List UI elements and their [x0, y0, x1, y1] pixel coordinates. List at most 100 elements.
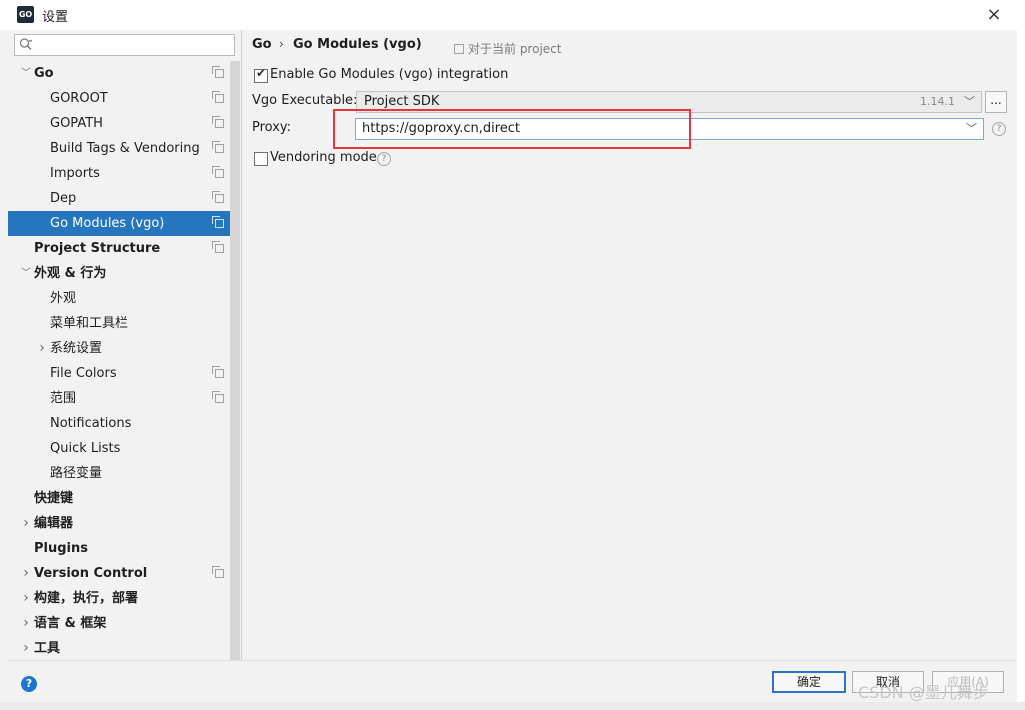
chevron-down-icon[interactable]: ﹀	[966, 120, 977, 136]
sidebar-item-label: Project Structure	[34, 241, 161, 256]
sidebar-item[interactable]: ﹀ Go	[8, 61, 230, 86]
sidebar-item[interactable]: › Version Control	[8, 561, 230, 586]
sidebar-item[interactable]: Imports	[8, 161, 230, 186]
checkmark-icon: ✔	[256, 66, 267, 80]
copy-icon	[212, 141, 224, 153]
enable-go-modules-checkbox[interactable]: ✔	[254, 66, 268, 83]
chevron-right-icon[interactable]: ›	[20, 586, 32, 611]
vendoring-mode-checkbox[interactable]	[254, 152, 268, 166]
sidebar-item[interactable]: Dep	[8, 186, 230, 211]
browse-button[interactable]: ...	[985, 91, 1007, 113]
proxy-help-icon[interactable]: ?	[992, 122, 1006, 136]
sidebar-item[interactable]: Project Structure	[8, 236, 230, 261]
sidebar-item[interactable]: ﹀ 外观 & 行为	[8, 261, 230, 286]
sidebar-item[interactable]: › 语言 & 框架	[8, 611, 230, 636]
copy-icon	[212, 241, 224, 253]
sidebar-item[interactable]: 外观	[8, 286, 230, 311]
sidebar-item-label: GOROOT	[50, 91, 108, 106]
copy-icon	[212, 366, 224, 378]
sidebar-item[interactable]: › 编辑器	[8, 511, 230, 536]
sidebar-item-label: 工具	[34, 641, 61, 656]
sidebar-item-label: 快捷键	[34, 491, 74, 506]
sidebar-item[interactable]: Plugins	[8, 536, 230, 561]
sidebar-item-label: 构建，执行，部署	[34, 591, 139, 606]
sidebar-item[interactable]: GOPATH	[8, 111, 230, 136]
sidebar-item[interactable]: GOROOT	[8, 86, 230, 111]
sidebar-item-label: File Colors	[50, 366, 117, 381]
sidebar-item-label: Go Modules (vgo)	[50, 216, 165, 231]
sidebar-item-label: 外观 & 行为	[34, 266, 107, 281]
copy-icon	[212, 191, 224, 203]
settings-tree: ﹀ Go GOROOT GOPATH Build Tags & Vendoring Imp…	[8, 61, 230, 661]
sidebar-item[interactable]: Quick Lists	[8, 436, 230, 461]
vgo-executable-value: Project SDK	[364, 94, 440, 109]
sidebar-item-label: 范围	[50, 391, 77, 406]
enable-go-modules-label: Enable Go Modules (vgo) integration	[270, 67, 509, 82]
sidebar-item-label: Notifications	[50, 416, 132, 431]
sdk-version-label: 1.14.1	[920, 95, 955, 108]
sidebar-item[interactable]: File Colors	[8, 361, 230, 386]
sidebar-item-label: 菜单和工具栏	[50, 316, 129, 331]
help-icon[interactable]: ?	[21, 676, 37, 692]
vendoring-mode-label: Vendoring mode	[270, 150, 377, 165]
sidebar-item-label: Dep	[50, 191, 77, 206]
search-icon	[19, 38, 33, 50]
chevron-down-icon[interactable]: ﹀	[20, 61, 32, 86]
sidebar-item[interactable]: Build Tags & Vendoring	[8, 136, 230, 161]
sidebar-item[interactable]: Go Modules (vgo)	[8, 211, 230, 236]
chevron-right-icon[interactable]: ›	[20, 611, 32, 636]
sidebar-item[interactable]: 快捷键	[8, 486, 230, 511]
chevron-down-icon: ﹀	[964, 95, 975, 108]
sidebar-item[interactable]: Notifications	[8, 411, 230, 436]
sidebar-item-label: Quick Lists	[50, 441, 121, 456]
breadcrumb-separator: ›	[279, 37, 284, 51]
goland-app-icon: GO	[17, 6, 34, 23]
sidebar-item-label: 外观	[50, 291, 77, 306]
breadcrumb-root[interactable]: Go	[252, 37, 272, 52]
close-icon[interactable]: ×	[983, 4, 1005, 26]
sidebar-item-label: GOPATH	[50, 116, 103, 131]
sidebar-item-label: 语言 & 框架	[34, 616, 107, 631]
sidebar-item[interactable]: › 构建，执行，部署	[8, 586, 230, 611]
chevron-right-icon[interactable]: ›	[20, 636, 32, 661]
sidebar-item-label: Version Control	[34, 566, 148, 581]
copy-icon	[212, 166, 224, 178]
copy-icon	[212, 391, 224, 403]
sidebar-item[interactable]: › 工具	[8, 636, 230, 661]
breadcrumb-current: Go Modules (vgo)	[293, 37, 422, 52]
copy-icon	[212, 566, 224, 578]
chevron-right-icon[interactable]: ›	[36, 336, 48, 361]
vgo-executable-label: Vgo Executable:	[252, 93, 358, 108]
copy-icon	[212, 91, 224, 103]
proxy-label: Proxy:	[252, 120, 292, 135]
project-scope-label: 对于当前 project	[468, 42, 562, 56]
sidebar-item[interactable]: 范围	[8, 386, 230, 411]
settings-search-input[interactable]	[14, 34, 235, 56]
title-bar: GO 设置 ×	[0, 0, 1025, 30]
copy-icon	[212, 216, 224, 228]
sidebar-item-label: Build Tags & Vendoring	[50, 141, 200, 156]
copy-icon	[212, 66, 224, 78]
sidebar-item-label: Imports	[50, 166, 100, 181]
sidebar-item-label: Go	[34, 66, 54, 81]
chevron-right-icon[interactable]: ›	[20, 561, 32, 586]
sidebar-scrollbar[interactable]	[230, 61, 240, 660]
sidebar-item-label: Plugins	[34, 541, 88, 556]
window-edge	[1017, 30, 1025, 710]
csdn-watermark: CSDN @墨儿舞步	[858, 683, 989, 702]
ok-button[interactable]: 确定	[772, 671, 846, 693]
vendoring-help-icon[interactable]: ?	[377, 152, 391, 166]
sidebar-item-label: 路径变量	[50, 466, 103, 481]
copy-icon	[454, 44, 464, 54]
annotation-highlight-box	[333, 109, 691, 149]
sidebar-item-label: 编辑器	[34, 516, 74, 531]
copy-icon	[212, 116, 224, 128]
settings-window: GO 设置 × ﹀ Go GOROOT GOPATH Build Tags & Vend…	[0, 0, 1025, 710]
chevron-down-icon[interactable]: ﹀	[20, 261, 32, 286]
sidebar-item[interactable]: 菜单和工具栏	[8, 311, 230, 336]
project-scope-note: 对于当前 project	[454, 40, 561, 57]
sidebar-item[interactable]: 路径变量	[8, 461, 230, 486]
sidebar-item[interactable]: › 系统设置	[8, 336, 230, 361]
window-title: 设置	[42, 10, 69, 25]
chevron-right-icon[interactable]: ›	[20, 511, 32, 536]
